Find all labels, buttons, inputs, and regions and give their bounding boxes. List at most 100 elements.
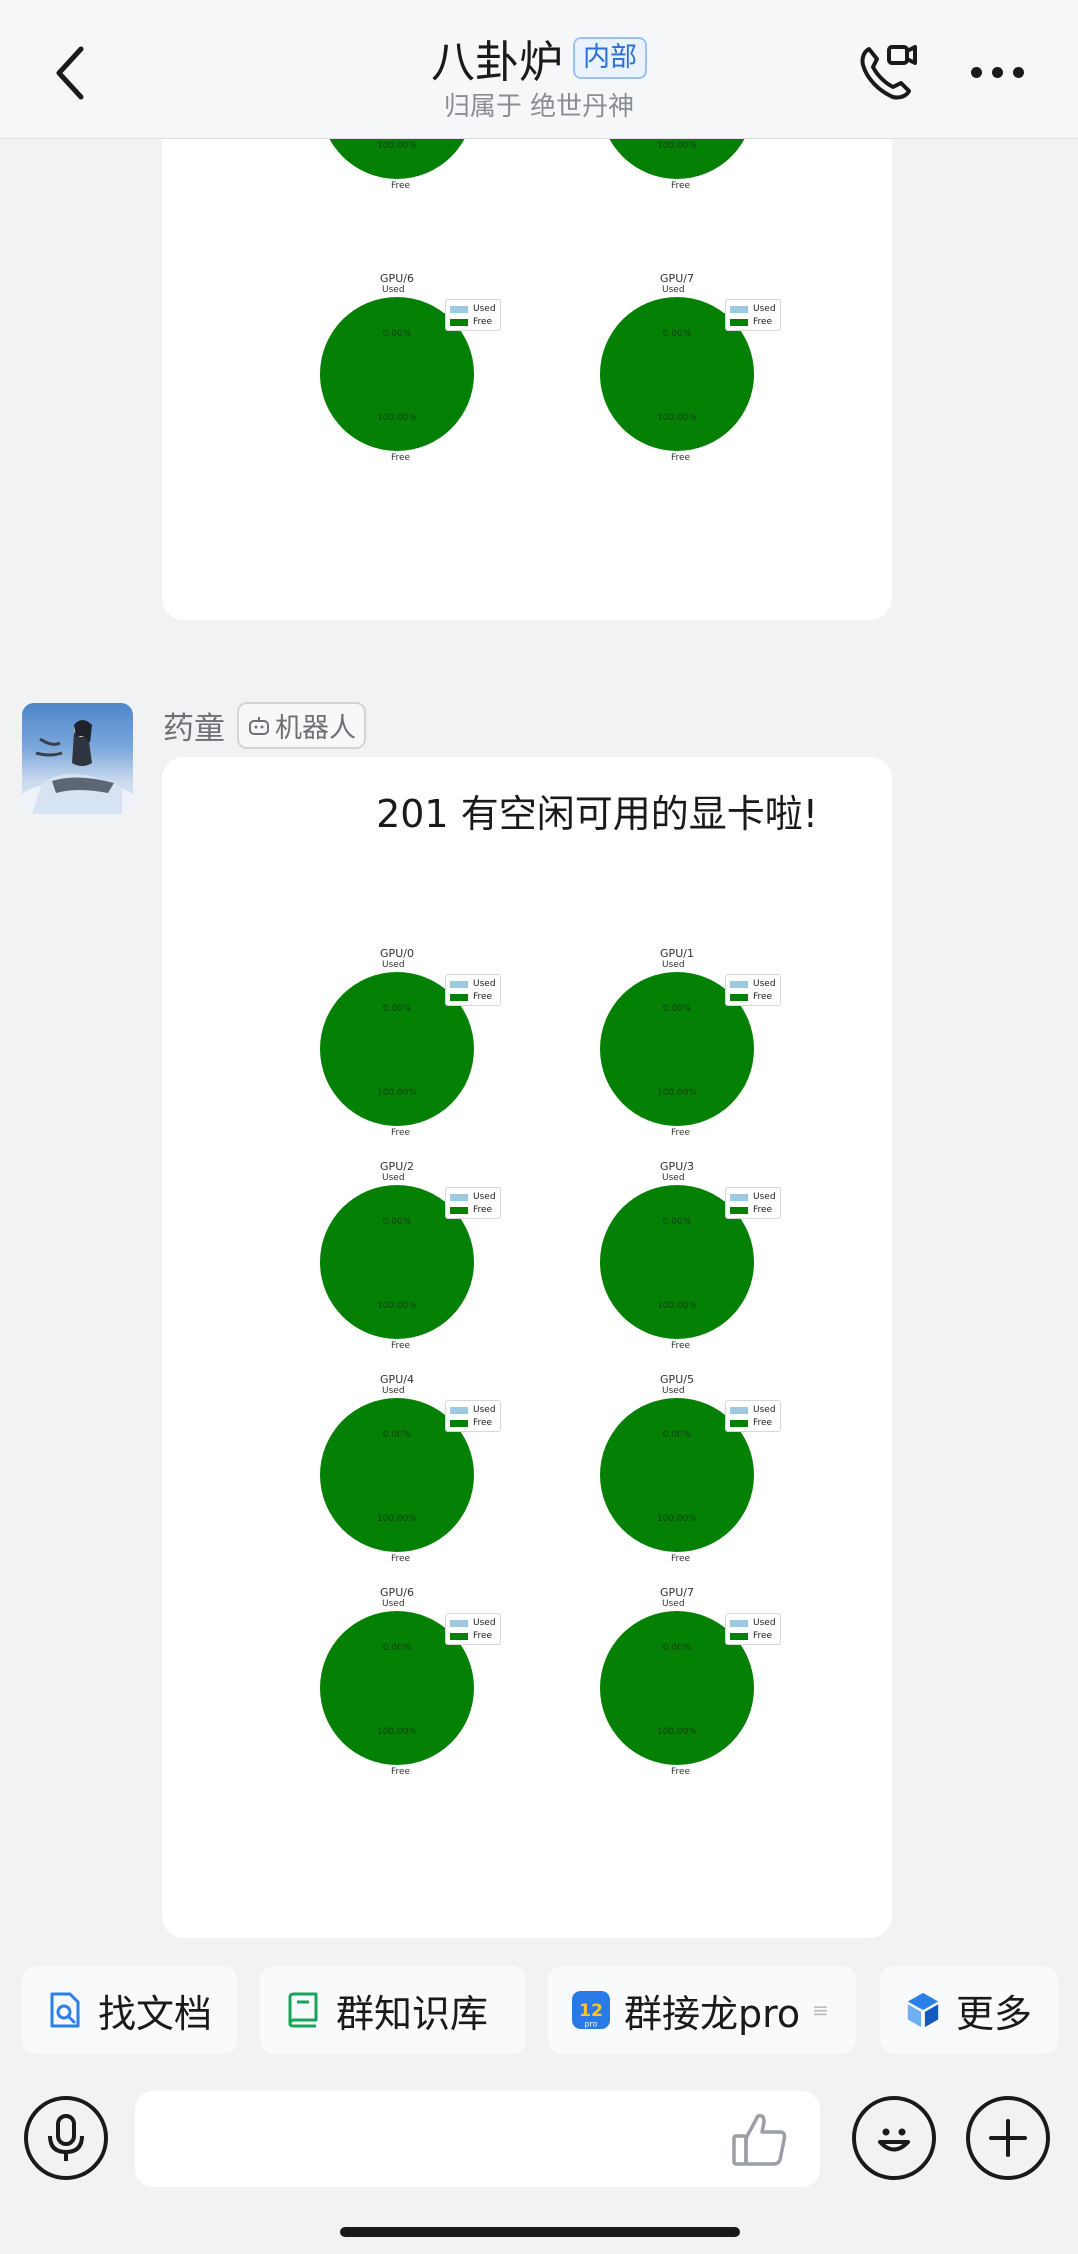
sender-avatar[interactable]: [22, 703, 133, 814]
chart-legend: Used Free: [445, 1187, 501, 1219]
voice-input-button[interactable]: [24, 2096, 108, 2180]
smiley-icon: [878, 2128, 910, 2152]
gpu-pie-chart: GPU/3 Used 0.00% 100.00% Free Used Free: [597, 1160, 797, 1370]
legend-label: Used: [473, 1192, 496, 1202]
legend-swatch-free: [450, 993, 468, 1001]
more-options-button[interactable]: [962, 52, 1032, 92]
legend-swatch-free: [730, 1419, 748, 1427]
used-slice-label: Used: [382, 1386, 405, 1396]
used-slice-label: Used: [382, 960, 405, 970]
legend-label: Free: [753, 1631, 773, 1641]
svg-text:12: 12: [579, 2001, 603, 2021]
free-percent-label: 100.00%: [376, 413, 418, 423]
free-percent-label: 100.00%: [376, 1301, 418, 1311]
chart-title: GPU/5: [660, 1373, 694, 1386]
legend-swatch-used: [450, 980, 468, 988]
free-percent-label: 100.00%: [656, 1301, 698, 1311]
legend-label: Used: [753, 979, 776, 989]
chart-legend: Used Free: [725, 974, 781, 1006]
chip-label: 找文档: [98, 1991, 213, 2036]
robot-icon: [249, 716, 269, 735]
chip-label: 更多: [956, 1991, 1033, 2036]
legend-label: Free: [753, 1418, 773, 1428]
used-slice-label: Used: [662, 1599, 685, 1609]
bot-badge: 机器人: [237, 702, 366, 749]
gpu-pie-chart: GPU/6 Used 0.00% 100.00% Free Used Free: [317, 1586, 517, 1796]
find-doc-chip[interactable]: 找文档: [22, 1966, 237, 2054]
image-message-1[interactable]: 100.00% Free 100.00% Free GPU/6 Used 0.0…: [162, 100, 892, 620]
gpu-pie-chart: GPU/2 Used 0.00% 100.00% Free Used Free: [317, 1160, 517, 1370]
legend-swatch-used: [450, 305, 468, 313]
legend-swatch-free: [730, 1206, 748, 1214]
chart-legend: Used Free: [445, 299, 501, 331]
free-percent-label: 100.00%: [376, 1727, 418, 1737]
legend-label: Used: [473, 1618, 496, 1628]
chart-title: GPU/7: [660, 272, 694, 285]
bot-tag-label: 机器人: [275, 713, 356, 744]
legend-label: Used: [753, 304, 776, 314]
message-text-input[interactable]: [135, 2091, 820, 2187]
chart-title: GPU/6: [380, 1586, 414, 1599]
message-input-bar: [0, 2086, 1078, 2206]
legend-swatch-free: [730, 993, 748, 1001]
legend-swatch-free: [450, 1206, 468, 1214]
free-slice-label: Free: [671, 1128, 691, 1138]
free-slice-label: Free: [671, 1554, 691, 1564]
used-slice-label: Used: [382, 1173, 405, 1183]
legend-swatch-used: [730, 1193, 748, 1201]
free-slice-label: Free: [391, 1554, 411, 1564]
chat-header: 八卦炉 内部 归属于 绝世丹神: [0, 0, 1078, 139]
chart-title: GPU/4: [380, 1373, 414, 1386]
cube-apps-icon: [904, 1991, 942, 2029]
dot-icon: [970, 66, 982, 78]
group-knowledge-chip[interactable]: 群知识库: [260, 1966, 526, 2054]
gpu-pie-chart: GPU/7 Used 0.00% 100.00% Free Used Free: [597, 1586, 797, 1796]
used-slice-label: Used: [662, 960, 685, 970]
chart-legend: Used Free: [445, 1613, 501, 1645]
legend-label: Free: [473, 1631, 493, 1641]
legend-label: Free: [753, 1205, 773, 1215]
group-relay-chip[interactable]: 12 pro 群接龙pro ≡: [548, 1966, 856, 2054]
quick-action-bar: 找文档 群知识库 12 pro 群接龙pro ≡ 更多: [0, 1966, 1078, 2054]
gpu-pie-chart: GPU/5 Used 0.00% 100.00% Free Used Free: [597, 1373, 797, 1583]
chart-title: GPU/6: [380, 272, 414, 285]
chart-title: GPU/3: [660, 1160, 694, 1173]
free-percent-label: 100.00%: [656, 1727, 698, 1737]
free-slice-label: Free: [391, 1341, 411, 1351]
legend-swatch-used: [450, 1406, 468, 1414]
chat-title: 八卦炉: [431, 37, 563, 88]
add-attachment-button[interactable]: [966, 2096, 1050, 2180]
legend-swatch-used: [730, 1406, 748, 1414]
chip-label: 群知识库: [336, 1991, 489, 2036]
emoji-button[interactable]: [852, 2096, 936, 2180]
home-indicator[interactable]: [340, 2227, 740, 2237]
legend-label: Used: [753, 1405, 776, 1415]
video-call-button[interactable]: [852, 38, 922, 108]
legend-label: Used: [753, 1618, 776, 1628]
free-percent-label: 100.00%: [656, 1514, 698, 1524]
gpu-pie-chart: GPU/7 Used 0.00% 100.00% Free Used Free: [597, 272, 797, 482]
free-slice-label: Free: [671, 1767, 691, 1777]
chart-legend: Used Free: [445, 974, 501, 1006]
chart-legend: Used Free: [445, 1400, 501, 1432]
free-percent-label: 100.00%: [656, 413, 698, 423]
legend-label: Free: [473, 1418, 493, 1428]
microphone-icon: [48, 2114, 84, 2161]
chart-title: GPU/1: [660, 947, 694, 960]
gpu-pie-chart: GPU/1 Used 0.00% 100.00% Free Used Free: [597, 947, 797, 1157]
plus-icon: [989, 2119, 1027, 2157]
used-slice-label: Used: [662, 1386, 685, 1396]
relay-app-icon: 12 pro: [572, 1991, 610, 2029]
free-slice-label: Free: [671, 181, 691, 191]
more-apps-chip[interactable]: 更多: [880, 1966, 1058, 2054]
used-slice-label: Used: [662, 1173, 685, 1183]
legend-label: Used: [473, 304, 496, 314]
like-button[interactable]: [728, 2108, 792, 2172]
legend-swatch-used: [730, 980, 748, 988]
image-message-2[interactable]: 201 有空闲可用的显卡啦! GPU/0 Used 0.00% 100.00% Free…: [162, 757, 892, 1938]
knowledge-book-icon: [284, 1991, 322, 2029]
free-slice-label: Free: [391, 1128, 411, 1138]
internal-badge: 内部: [573, 37, 647, 79]
legend-swatch-free: [730, 318, 748, 326]
used-slice-label: Used: [662, 285, 685, 295]
